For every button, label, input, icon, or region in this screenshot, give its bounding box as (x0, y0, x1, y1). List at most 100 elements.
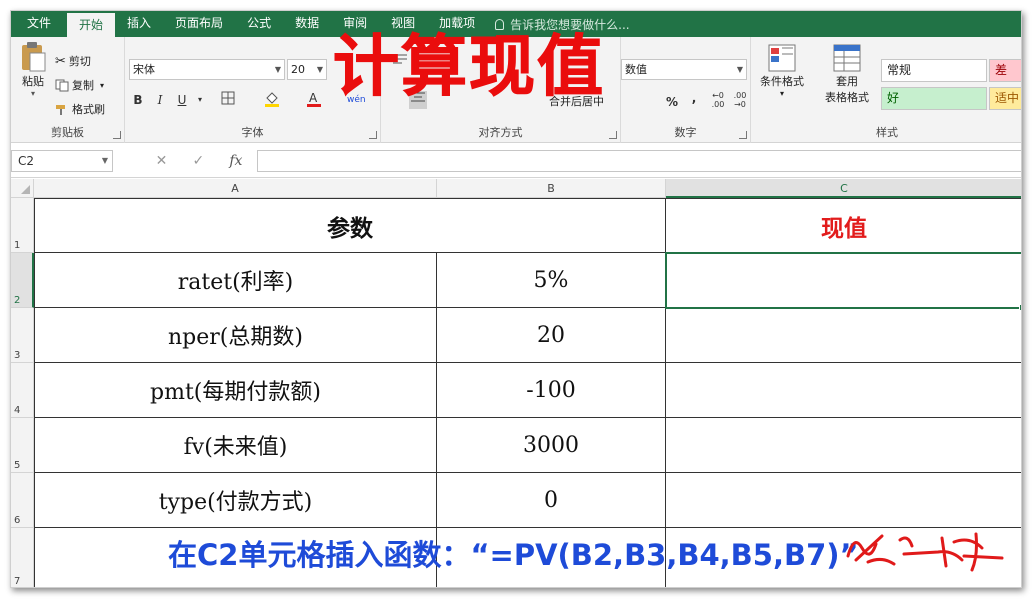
cell-a2[interactable]: ratet(利率) (34, 253, 437, 308)
decrease-decimal-button[interactable]: .00 →0 (731, 91, 749, 109)
clipboard-group-label: 剪贴板 (51, 126, 84, 139)
cell-c6[interactable] (666, 473, 1021, 528)
row-header-5[interactable]: 5 (11, 418, 34, 473)
style-good[interactable]: 好 (881, 87, 987, 110)
cell-b3[interactable]: 20 (437, 308, 666, 363)
paste-icon (22, 42, 46, 72)
cell-a3[interactable]: nper(总期数) (34, 308, 437, 363)
styles-group: 条件格式 ▾ 套用 表格格式 常规 差 好 适中 样式 (751, 37, 1021, 143)
tab-file[interactable]: 文件 (11, 11, 67, 37)
increase-decimal-button[interactable]: ←0.00 (709, 91, 727, 109)
font-color-button[interactable]: A (305, 91, 323, 109)
paintbrush-icon (56, 104, 65, 115)
tab-insert[interactable]: 插入 (115, 11, 163, 37)
select-all-button[interactable] (11, 179, 34, 198)
underline-dropdown[interactable]: ▾ (191, 91, 209, 109)
chevron-down-icon: ▼ (274, 65, 281, 74)
cell-a4[interactable]: pmt(每期付款额) (34, 363, 437, 418)
overlay-title: 计算现值 (333, 28, 605, 105)
chevron-down-icon: ▼ (736, 65, 743, 74)
bold-button[interactable]: B (129, 91, 147, 109)
format-painter-button[interactable]: 格式刷 (55, 101, 105, 117)
paste-button[interactable]: 粘贴 ▾ (15, 41, 51, 98)
cut-label: 剪切 (68, 55, 91, 68)
column-header-a[interactable]: A (34, 179, 437, 198)
tab-page-layout[interactable]: 页面布局 (163, 11, 235, 37)
clipboard-launcher[interactable] (113, 131, 121, 139)
conditional-formatting-button[interactable]: 条件格式 ▾ (755, 43, 809, 98)
row-header-4[interactable]: 4 (11, 363, 34, 418)
tab-data[interactable]: 数据 (283, 11, 331, 37)
cell-a1-merged[interactable]: 参数 (34, 198, 666, 253)
tab-formulas[interactable]: 公式 (235, 11, 283, 37)
number-format-value: 数值 (625, 63, 647, 76)
comma-button[interactable]: , (685, 89, 703, 107)
cell-c1[interactable]: 现值 (666, 198, 1021, 253)
copy-button[interactable]: 复制 ▾ (55, 77, 104, 93)
number-group-label: 数字 (674, 126, 697, 139)
cell-b4[interactable]: -100 (437, 363, 666, 418)
cancel-icon[interactable]: ✕ (156, 153, 168, 169)
styles-group-label: 样式 (876, 126, 898, 139)
increase-decimal-icon: ←0.00 (711, 91, 725, 109)
cell-c2[interactable] (666, 253, 1021, 308)
number-format-select[interactable]: 数值 ▼ (621, 59, 747, 80)
copy-icon (55, 79, 69, 91)
cell-a6[interactable]: type(付款方式) (34, 473, 437, 528)
svg-text:A: A (309, 91, 318, 105)
handwritten-signature (846, 532, 1004, 572)
row-header-2[interactable]: 2 (11, 253, 34, 308)
number-group: 数值 ▼ % , ←0.00 .00 →0 数字 (621, 37, 751, 143)
column-header-b[interactable]: B (437, 179, 666, 198)
name-box[interactable]: C2 ▼ (11, 150, 113, 172)
table-format-icon (833, 44, 861, 72)
paint-bucket-icon (265, 92, 279, 107)
clipboard-group: 粘贴 ▾ ✂ 剪切 复制 ▾ 格式刷 剪贴板 (11, 37, 125, 143)
cut-button[interactable]: ✂ 剪切 (55, 53, 91, 69)
underline-button[interactable]: U (173, 91, 191, 109)
font-size-select[interactable]: 20 ▼ (287, 59, 327, 80)
style-neutral[interactable]: 适中 (989, 87, 1021, 110)
number-launcher[interactable] (739, 131, 747, 139)
borders-button[interactable] (219, 91, 237, 109)
row-header-3[interactable]: 3 (11, 308, 34, 363)
percent-button[interactable]: % (663, 93, 681, 111)
font-launcher[interactable] (369, 131, 377, 139)
italic-button[interactable]: I (151, 91, 169, 109)
format-as-table-button[interactable]: 套用 表格格式 (817, 43, 877, 105)
enter-icon[interactable]: ✓ (192, 153, 204, 169)
cell-b2[interactable]: 5% (437, 253, 666, 308)
decrease-decimal-icon: .00 →0 (733, 91, 747, 109)
cell-a5[interactable]: fv(未来值) (34, 418, 437, 473)
tab-home[interactable]: 开始 (67, 13, 116, 37)
cell-c4[interactable] (666, 363, 1021, 418)
style-normal[interactable]: 常规 (881, 59, 987, 82)
table-format-label-1: 套用 (836, 75, 858, 88)
copy-label: 复制 (72, 79, 94, 92)
alignment-launcher[interactable] (609, 131, 617, 139)
chevron-down-icon: ▼ (101, 156, 108, 165)
formula-bar: C2 ▼ ✕ ✓ fx (11, 144, 1021, 178)
name-box-value: C2 (18, 154, 35, 168)
conditional-formatting-label: 条件格式 (760, 75, 804, 88)
format-painter-label: 格式刷 (72, 103, 105, 116)
cell-c5[interactable] (666, 418, 1021, 473)
formula-buttons: ✕ ✓ fx (143, 150, 255, 172)
column-header-c[interactable]: C (666, 179, 1021, 198)
cell-b6[interactable]: 0 (437, 473, 666, 528)
style-bad[interactable]: 差 (989, 59, 1021, 82)
cell-b5[interactable]: 3000 (437, 418, 666, 473)
formula-input[interactable] (257, 150, 1021, 172)
paste-label: 粘贴 (22, 75, 44, 88)
overlay-caption: 在C2单元格插入函数：“=PV(B2,B3,B4,B5,B7)” (168, 538, 859, 572)
row-header-1[interactable]: 1 (11, 198, 34, 253)
cell-c3[interactable] (666, 308, 1021, 363)
fill-color-button[interactable] (263, 91, 281, 109)
insert-function-icon[interactable]: fx (229, 153, 242, 169)
conditional-formatting-icon (768, 44, 796, 72)
scissors-icon: ✂ (55, 53, 66, 69)
font-name-select[interactable]: 宋体 ▼ (129, 59, 285, 80)
alignment-group-label: 对齐方式 (478, 126, 523, 139)
row-header-7[interactable]: 7 (11, 528, 34, 587)
row-header-6[interactable]: 6 (11, 473, 34, 528)
